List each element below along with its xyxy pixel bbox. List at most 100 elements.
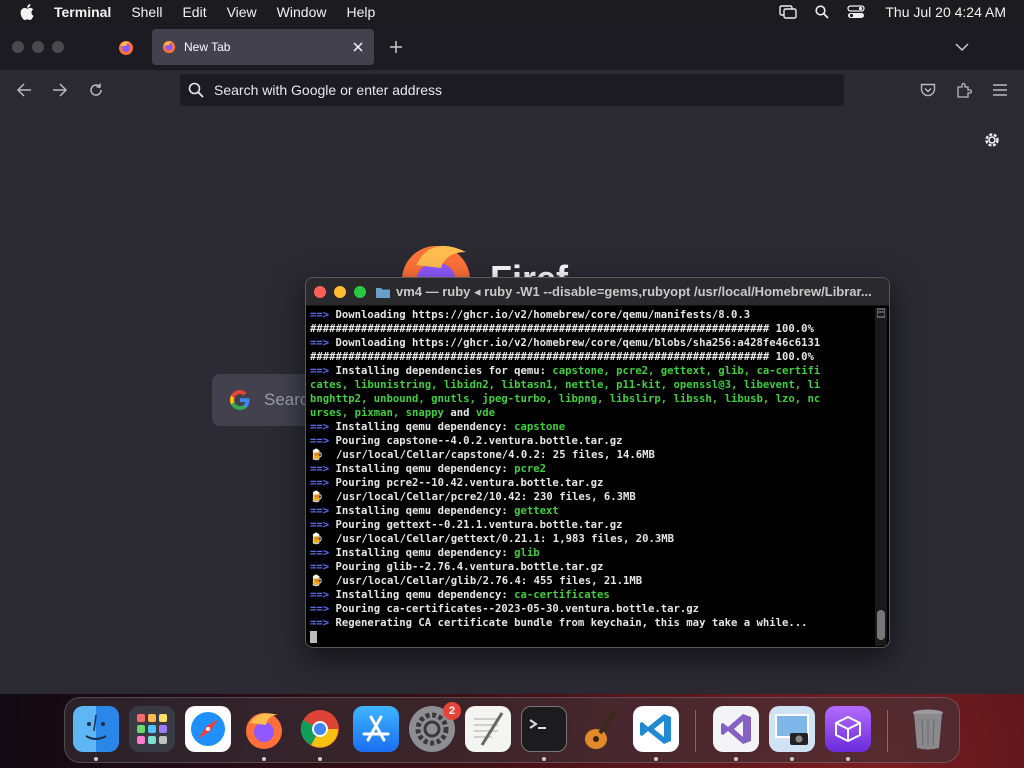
dock-preview[interactable] — [769, 706, 815, 752]
extensions-icon[interactable] — [954, 80, 974, 100]
tab-new-tab[interactable]: New Tab — [152, 29, 374, 65]
personalize-gear-icon[interactable] — [982, 130, 1002, 150]
spotlight-search-icon[interactable] — [815, 5, 829, 19]
terminal-line-text: Pouring gettext--0.21.1.ventura.bottle.t… — [329, 519, 623, 531]
address-bar-placeholder: Search with Google or enter address — [214, 82, 443, 98]
forward-arrow-icon[interactable] — [50, 80, 70, 100]
terminal-line-text: Regenerating CA certificate bundle from … — [329, 617, 808, 629]
app-menu-hamburger-icon[interactable] — [990, 80, 1010, 100]
terminal-line: ==> Downloading https://ghcr.io/v2/homeb… — [310, 308, 876, 322]
package-name-text: glib — [514, 547, 540, 559]
utm-vm-icon — [835, 715, 861, 743]
browser-close-button[interactable] — [12, 41, 24, 53]
address-bar[interactable]: Search with Google or enter address — [180, 74, 844, 106]
beer-mug-icon: 🍺 — [310, 533, 324, 545]
dock-finder[interactable] — [73, 706, 119, 752]
menu-edit[interactable]: Edit — [182, 4, 206, 20]
new-tab-plus-icon[interactable] — [386, 37, 406, 57]
terminal-line-text: Downloading https://ghcr.io/v2/homebrew/… — [329, 309, 751, 321]
control-center-icon[interactable] — [847, 5, 866, 19]
textedit-icon — [474, 712, 504, 746]
terminal-title-bar[interactable]: vm4 — ruby ◂ ruby -W1 --disable=gems,rub… — [306, 278, 889, 306]
terminal-output[interactable]: ==> Downloading https://ghcr.io/v2/homeb… — [310, 308, 876, 644]
chrome-icon — [300, 710, 339, 748]
terminal-line: ==> Installing dependencies for qemu: ca… — [310, 364, 876, 378]
terminal-window-controls — [314, 285, 374, 298]
package-name-text: urses, pixman, snappy — [310, 407, 444, 419]
dock-terminal-running-dot — [542, 757, 546, 761]
terminal-line: 🍺 /usr/local/Cellar/glib/2.76.4: 455 fil… — [310, 574, 876, 588]
firefox-dock-icon — [246, 713, 282, 749]
terminal-icon — [529, 719, 546, 729]
terminal-line-text: ########################################… — [310, 323, 814, 335]
dock-vscode[interactable] — [633, 706, 679, 752]
vscode-icon — [640, 714, 671, 744]
browser-minimize-button[interactable] — [32, 41, 44, 53]
package-name-text: bnghttp2, unbound, gnutls, jpeg-turbo, l… — [310, 393, 821, 405]
terminal-line: ==> Installing qemu dependency: glib — [310, 546, 876, 560]
package-name-text: pcre2 — [514, 463, 546, 475]
dock-launchpad[interactable] — [129, 706, 175, 752]
terminal-line-text: Pouring ca-certificates--2023-05-30.vent… — [329, 603, 700, 615]
menu-help[interactable]: Help — [346, 4, 375, 20]
reload-icon[interactable] — [86, 80, 106, 100]
terminal-line: ==> Pouring glib--2.76.4.ventura.bottle.… — [310, 560, 876, 574]
beer-mug-icon: 🍺 — [310, 449, 324, 461]
screen-mirroring-icon[interactable] — [779, 5, 798, 19]
dock-chrome[interactable] — [297, 706, 343, 752]
prompt-arrow: ==> — [310, 477, 330, 489]
terminal-line-text: /usr/local/Cellar/gettext/0.21.1: 1,983 … — [323, 533, 674, 545]
tab-close-icon[interactable] — [350, 39, 366, 55]
terminal-line: ==> Installing qemu dependency: capstone — [310, 420, 876, 434]
browser-zoom-button[interactable] — [52, 41, 64, 53]
terminal-line: ==> Installing qemu dependency: gettext — [310, 504, 876, 518]
dock-trash[interactable] — [905, 706, 951, 752]
menu-app-name[interactable]: Terminal — [54, 4, 111, 20]
terminal-scrollbar[interactable] — [875, 308, 887, 646]
terminal-cursor-line — [310, 630, 876, 644]
terminal-zoom-button[interactable] — [354, 285, 366, 298]
terminal-line: ==> Pouring capstone--4.0.2.ventura.bott… — [310, 434, 876, 448]
menu-window[interactable]: Window — [277, 4, 327, 20]
menu-bar-clock[interactable]: Thu Jul 20 4:24 AM — [885, 4, 1006, 20]
dock-utm[interactable] — [825, 706, 871, 752]
system-settings-badge: 2 — [443, 702, 461, 720]
terminal-window: vm4 — ruby ◂ ruby -W1 --disable=gems,rub… — [305, 277, 890, 648]
pocket-icon[interactable] — [918, 80, 938, 100]
terminal-minimize-button[interactable] — [334, 285, 346, 298]
package-name-text: gettext — [514, 505, 559, 517]
menu-view[interactable]: View — [227, 4, 257, 20]
dock-system-settings[interactable]: 2 — [409, 702, 461, 752]
terminal-close-button[interactable] — [314, 285, 326, 298]
terminal-scrollbar-thumb[interactable] — [877, 610, 885, 640]
terminal-line: ==> Regenerating CA certificate bundle f… — [310, 616, 876, 630]
scroll-menu-icon — [877, 308, 885, 318]
terminal-line: urses, pixman, snappy and vde — [310, 406, 876, 420]
google-search-placeholder: Searc — [264, 390, 309, 409]
pinned-tab-firefox[interactable] — [110, 36, 142, 60]
terminal-line-text: and — [443, 407, 476, 419]
dock-firefox[interactable] — [241, 706, 287, 752]
urlbar-search-icon — [188, 82, 204, 98]
dock-visual-studio-running-dot — [734, 757, 738, 761]
terminal-line: ==> Installing qemu dependency: pcre2 — [310, 462, 876, 476]
beer-mug-icon: 🍺 — [310, 575, 324, 587]
tab-title: New Tab — [184, 40, 231, 54]
dock-firefox-running-dot — [262, 757, 266, 761]
apple-menu-icon[interactable] — [17, 2, 37, 22]
dock-visual-studio[interactable] — [713, 706, 759, 752]
back-arrow-icon[interactable] — [14, 80, 34, 100]
menu-shell[interactable]: Shell — [131, 4, 162, 20]
browser-window-controls — [12, 41, 72, 53]
terminal-line: ########################################… — [310, 322, 876, 336]
terminal-line-text: Pouring glib--2.76.4.ventura.bottle.tar.… — [329, 561, 604, 573]
dock-textedit[interactable] — [465, 706, 511, 752]
dock-safari[interactable] — [185, 706, 231, 752]
dock-garageband[interactable] — [577, 706, 623, 752]
dock-terminal[interactable] — [521, 706, 567, 752]
firefox-tab-icon — [162, 40, 176, 54]
dock-app-store[interactable] — [353, 706, 399, 752]
list-all-tabs-chevron-icon[interactable] — [952, 37, 972, 57]
terminal-line: ==> Installing qemu dependency: ca-certi… — [310, 588, 876, 602]
terminal-line-text: Installing qemu dependency: — [329, 505, 515, 517]
